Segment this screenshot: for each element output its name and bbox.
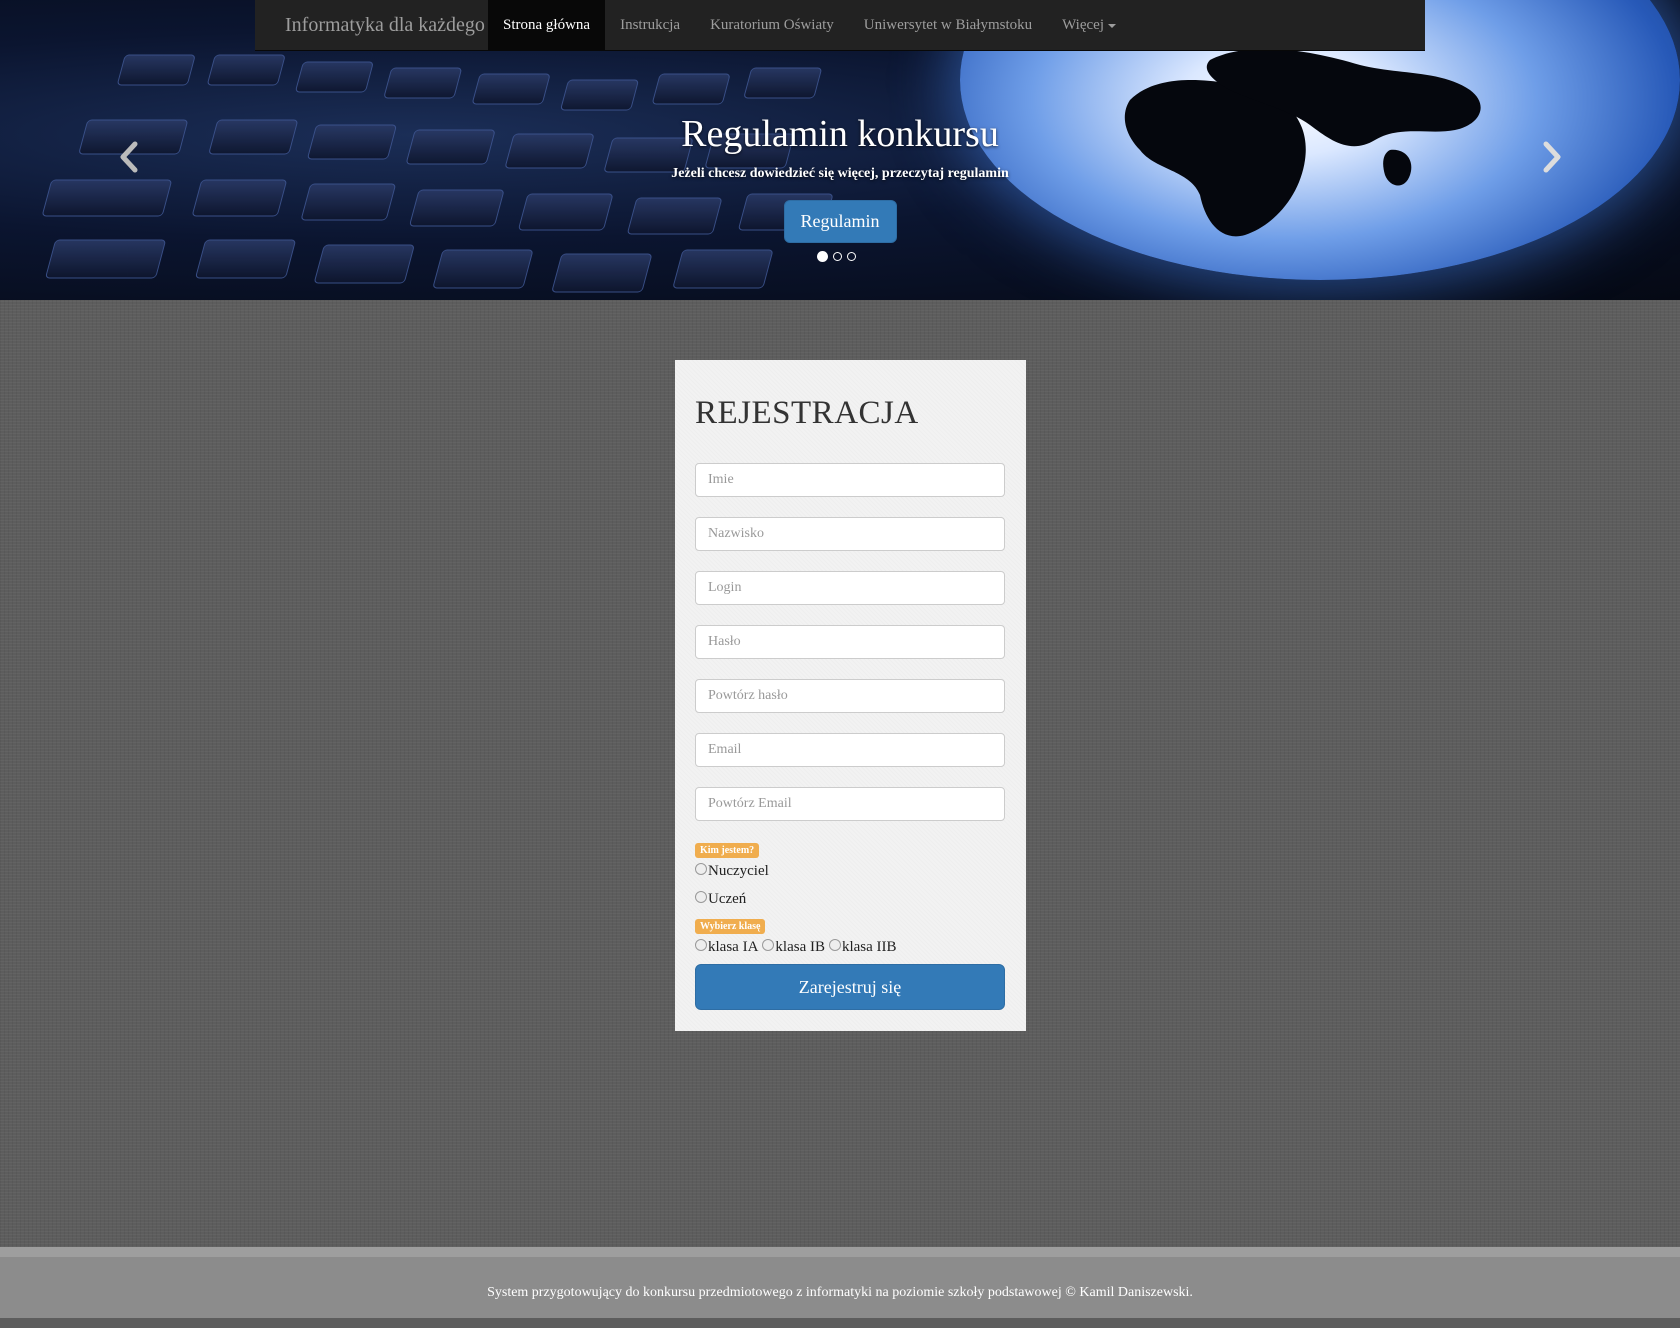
navbar-brand[interactable]: Informatyka dla każdego — [285, 0, 485, 50]
carousel-indicator-2[interactable] — [833, 252, 842, 261]
carousel-next-button[interactable] — [1540, 140, 1564, 174]
register-button[interactable]: Zarejestruj się — [695, 964, 1005, 1010]
hero-carousel: Informatyka dla każdego Strona główna In… — [0, 0, 1680, 300]
radio-button-class-ib[interactable] — [762, 938, 775, 951]
login-field[interactable] — [695, 571, 1005, 605]
class-option-label: klasa IB — [775, 939, 825, 955]
registration-panel: REJESTRACJA Kim jestem? Nuczyciel Uczeń … — [675, 360, 1026, 1031]
carousel-subtitle: Jeżeli chcesz dowiedzieć się więcej, prz… — [671, 166, 1009, 181]
carousel-title: Regulamin konkursu — [681, 113, 999, 155]
email-repeat-field[interactable] — [695, 787, 1005, 821]
chevron-right-icon — [1543, 141, 1561, 173]
world-map-image — [1124, 48, 1481, 237]
role-option-student[interactable]: Uczeń — [695, 890, 747, 908]
nav-item-more-dropdown[interactable]: Więcej — [1047, 0, 1131, 50]
radio-button[interactable] — [695, 890, 707, 903]
carousel-indicator-3[interactable] — [847, 252, 856, 261]
carousel-caption: Regulamin konkursu Jeżeli chcesz dowiedz… — [590, 108, 1090, 243]
navbar-menu: Strona główna Instrukcja Kuratorium Oświ… — [488, 0, 1131, 50]
radio-button[interactable] — [695, 862, 707, 875]
password-field[interactable] — [695, 625, 1005, 659]
last-name-field[interactable] — [695, 517, 1005, 551]
carousel-prev-button[interactable] — [117, 140, 141, 174]
radio-button-class-ia[interactable] — [695, 938, 707, 951]
top-navbar: Informatyka dla każdego Strona główna In… — [255, 0, 1425, 51]
nav-item-more-label: Więcej — [1062, 17, 1104, 33]
email-field[interactable] — [695, 733, 1005, 767]
class-options: klasa IA klasa IB klasa IIB — [695, 938, 897, 956]
carousel-indicator-1[interactable] — [817, 251, 828, 262]
role-option-label: Nuczyciel — [708, 863, 769, 879]
class-option-label: klasa IIB — [841, 939, 897, 955]
password-repeat-field[interactable] — [695, 679, 1005, 713]
nav-item-home[interactable]: Strona główna — [488, 0, 606, 50]
class-option-label: klasa IA — [708, 939, 759, 955]
caret-down-icon — [1108, 23, 1116, 28]
nav-item-instructions[interactable]: Instrukcja — [605, 0, 695, 50]
chevron-left-icon — [120, 141, 138, 173]
carousel-indicators — [817, 251, 856, 262]
nav-item-university[interactable]: Uniwersytet w Białymstoku — [849, 0, 1047, 50]
nav-item-education-office[interactable]: Kuratorium Oświaty — [695, 0, 849, 50]
bottom-strip — [0, 1318, 1680, 1328]
radio-button-class-iib[interactable] — [828, 938, 841, 951]
role-option-teacher[interactable]: Nuczyciel — [695, 862, 769, 880]
rules-button[interactable]: Regulamin — [783, 200, 897, 243]
registration-title: REJESTRACJA — [695, 395, 919, 431]
class-label-badge: Wybierz klasę — [695, 919, 766, 934]
first-name-field[interactable] — [695, 463, 1005, 497]
page-footer: System przygotowujący do konkursu przedm… — [0, 1247, 1680, 1318]
role-option-label: Uczeń — [708, 891, 747, 907]
footer-text: System przygotowujący do konkursu przedm… — [487, 1285, 1193, 1300]
role-label-badge: Kim jestem? — [695, 843, 760, 858]
